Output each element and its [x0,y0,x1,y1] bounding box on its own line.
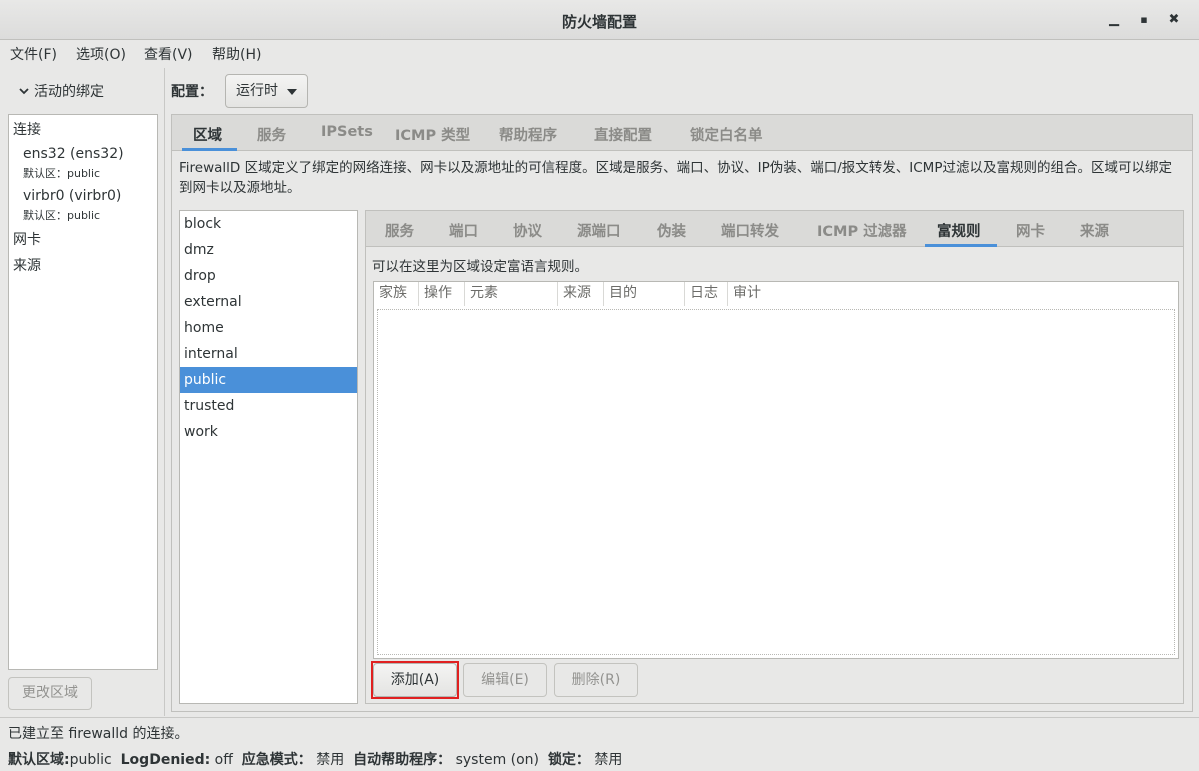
rich-rules-description: 可以在这里为区域设定富语言规则。 [372,259,588,275]
connection-ens32[interactable]: ens32 (ens32) [23,146,124,162]
active-bindings-panel: 活动的绑定 连接 ens32 (ens32) 默认区：public virbr0… [0,68,165,716]
tab-lockdown-whitelist[interactable]: 锁定白名单 [690,124,763,145]
zone-item-home[interactable]: home [180,315,357,341]
column-header-family[interactable]: 家族 [374,282,419,306]
zone-item-block[interactable]: block [180,211,357,237]
chevron-down-icon [19,88,29,95]
tab-helpers[interactable]: 帮助程序 [499,124,557,145]
tab-zone-services[interactable]: 服务 [385,220,414,241]
default-zone-value: public [69,752,112,768]
menu-file[interactable]: 文件(F) [10,44,57,64]
maximize-button[interactable]: ▪ [1134,10,1154,30]
tab-zone-interfaces[interactable]: 网卡 [1016,220,1045,241]
zone-list: block dmz drop external home internal pu… [179,210,358,704]
change-zone-button[interactable]: 更改区域 [8,677,92,710]
auto-helpers-value: system (on) [455,752,540,768]
tab-icmp-types[interactable]: ICMP 类型 [395,124,470,145]
tab-zone-port-forward[interactable]: 端口转发 [721,220,779,241]
tab-zone-ports[interactable]: 端口 [449,220,478,241]
window-title: 防火墙配置 [561,13,637,31]
bindings-expander[interactable]: 活动的绑定 [18,81,104,101]
connection-status: 已建立至 firewalld 的连接。 [8,726,189,742]
tab-zone-protocols[interactable]: 协议 [513,220,542,241]
column-header-audit[interactable]: 审计 [728,282,1178,306]
minimize-button[interactable]: ▁ [1104,10,1124,30]
sources-label[interactable]: 来源 [13,255,41,275]
zone-item-work[interactable]: work [180,419,357,445]
zone-description: FirewallD 区域定义了绑定的网络连接、网卡以及源地址的可信程度。区域是服… [179,160,1172,196]
column-header-action[interactable]: 操作 [419,282,465,306]
delete-rule-button[interactable]: 删除(R) [554,663,638,697]
column-header-source[interactable]: 来源 [558,282,604,306]
connection-virbr0-zone: 默认区：public [23,209,101,222]
logdenied-label: LogDenied: [120,752,211,768]
tab-zone-icmp-filter[interactable]: ICMP 过滤器 [817,220,907,241]
bindings-header-label: 活动的绑定 [34,84,104,100]
lockdown-label: 锁定： [547,752,590,768]
menu-help[interactable]: 帮助(H) [212,44,261,64]
menu-bar: 文件(F) 选项(O) 查看(V) 帮助(H) [0,41,1199,67]
zone-notebook: 服务 端口 协议 源端口 伪装 端口转发 ICMP 过滤器 富规则 网卡 来源 … [365,210,1184,704]
tab-zone-rich-rules[interactable]: 富规则 [937,220,981,241]
zone-item-internal[interactable]: internal [180,341,357,367]
main-tab-bar: 区域 服务 IPSets ICMP 类型 帮助程序 直接配置 锁定白名单 [172,115,1192,151]
config-dropdown-value: 运行时 [236,83,278,99]
tab-zone-masquerade[interactable]: 伪装 [657,220,686,241]
active-tab-indicator [182,148,237,151]
panic-mode-value: 禁用 [316,752,345,768]
tab-services[interactable]: 服务 [257,124,286,145]
auto-helpers-label: 自动帮助程序： [353,752,452,768]
config-label: 配置： [171,84,213,100]
active-zone-tab-indicator [925,244,997,247]
config-dropdown[interactable]: 运行时 [225,74,308,108]
main-notebook: 区域 服务 IPSets ICMP 类型 帮助程序 直接配置 锁定白名单 Fir… [171,114,1193,712]
column-header-element[interactable]: 元素 [465,282,558,306]
status-bar: 已建立至 firewalld 的连接。 默认区域:public LogDenie… [0,717,1199,771]
tab-direct-config[interactable]: 直接配置 [594,124,652,145]
connections-label[interactable]: 连接 [13,119,41,139]
status-summary: 默认区域:public LogDenied: off 应急模式： 禁用 自动帮助… [8,749,622,769]
tab-zone-source-ports[interactable]: 源端口 [577,220,621,241]
title-bar: 防火墙配置 ▁ ▪ ✖ [0,0,1199,40]
zone-item-drop[interactable]: drop [180,263,357,289]
column-header-destination[interactable]: 目的 [604,282,685,306]
rich-rules-table-body[interactable] [377,309,1175,655]
panic-mode-label: 应急模式： [241,752,312,768]
default-zone-label: 默认区域: [8,752,70,768]
tab-ipsets[interactable]: IPSets [321,124,373,140]
zone-item-public[interactable]: public [180,367,357,393]
connection-virbr0[interactable]: virbr0 (virbr0) [23,188,121,204]
interfaces-label[interactable]: 网卡 [13,229,41,249]
highlight-annotation [371,661,459,699]
tab-zone-sources[interactable]: 来源 [1080,220,1109,241]
column-header-log[interactable]: 日志 [685,282,728,306]
zone-item-dmz[interactable]: dmz [180,237,357,263]
caret-down-icon [287,89,297,95]
tab-zones[interactable]: 区域 [193,124,222,145]
lockdown-value: 禁用 [594,752,623,768]
zone-item-external[interactable]: external [180,289,357,315]
bindings-list: 连接 ens32 (ens32) 默认区：public virbr0 (virb… [8,114,158,670]
zone-tab-bar: 服务 端口 协议 源端口 伪装 端口转发 ICMP 过滤器 富规则 网卡 来源 [366,211,1183,247]
close-button[interactable]: ✖ [1164,10,1184,30]
menu-options[interactable]: 选项(O) [76,44,126,64]
rich-rules-table: 家族 操作 元素 来源 目的 日志 审计 [373,281,1179,659]
connection-ens32-zone: 默认区：public [23,167,101,180]
menu-view[interactable]: 查看(V) [144,44,193,64]
edit-rule-button[interactable]: 编辑(E) [463,663,547,697]
logdenied-value: off [214,752,233,768]
zone-item-trusted[interactable]: trusted [180,393,357,419]
